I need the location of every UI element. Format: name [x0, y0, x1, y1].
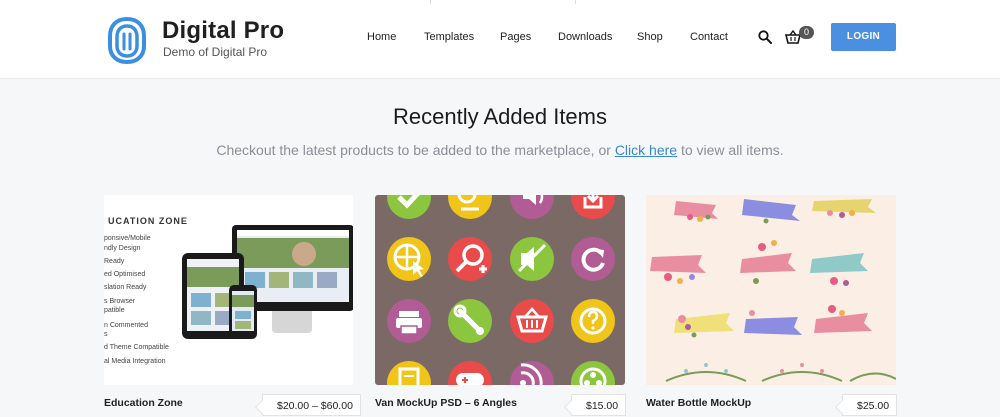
divider	[575, 0, 576, 4]
nav-item-shop[interactable]: Shop	[637, 31, 663, 43]
site-tagline: Demo of Digital Pro	[163, 45, 268, 59]
section-subtitle-text: Checkout the latest products to be added…	[216, 142, 615, 158]
zoom-out-icon	[448, 195, 492, 219]
site-header: Digital Pro Demo of Digital Pro Home Tem…	[0, 0, 1000, 79]
globe-cursor-icon	[387, 237, 431, 281]
product-name[interactable]: Education Zone	[104, 397, 183, 409]
wrench-icon	[448, 299, 492, 343]
section-subtitle-text-end: to view all items.	[677, 142, 784, 158]
phone-screen	[232, 291, 254, 331]
nav-item-pages[interactable]: Pages	[500, 31, 531, 43]
monitor-stand	[272, 311, 312, 333]
nav-item-contact[interactable]: Contact	[690, 31, 728, 43]
image-feature-line: ed Optimised	[104, 271, 146, 278]
product-price: $15.00	[571, 394, 627, 416]
site-title[interactable]: Digital Pro	[162, 17, 284, 45]
image-feature-line: ponsive/Mobile	[104, 235, 151, 242]
basket-icon	[510, 299, 554, 343]
image-feature-line: slation Ready	[104, 284, 147, 291]
product-image-van-mockup[interactable]	[375, 195, 625, 385]
image-feature-line: n Commented	[104, 322, 148, 329]
nav-item-downloads[interactable]: Downloads	[558, 31, 612, 43]
section-title: Recently Added Items	[392, 104, 607, 129]
product-name[interactable]: Van MockUp PSD – 6 Angles	[375, 397, 517, 409]
product-price: $20.00 – $60.00	[262, 394, 361, 416]
volume-icon	[510, 195, 554, 219]
image-feature-line: ndly Design	[104, 245, 141, 252]
question-icon	[571, 299, 615, 343]
nav-item-home[interactable]: Home	[367, 31, 396, 43]
nav-item-templates[interactable]: Templates	[424, 31, 474, 43]
divider	[430, 0, 431, 4]
image-feature-line: s Browser	[104, 298, 136, 305]
mute-icon	[510, 237, 554, 281]
fingerprint-logo-icon[interactable]	[106, 16, 148, 64]
ribbon-illustration	[650, 199, 896, 382]
cart-count-badge: 0	[799, 26, 814, 39]
film-icon	[571, 361, 615, 385]
printer-icon	[387, 299, 431, 343]
zoom-in-icon	[448, 237, 492, 281]
gamepad-icon	[448, 361, 492, 385]
section-subtitle: Checkout the latest products to be added…	[0, 142, 1000, 158]
image-feature-line: s	[104, 331, 108, 338]
product-image-education-zone[interactable]: UCATION ZONE ponsive/Mobile ndly Design …	[104, 195, 353, 385]
image-feature-line: patible	[104, 307, 125, 314]
click-here-link[interactable]: Click here	[615, 142, 677, 158]
check-icon	[387, 195, 431, 219]
image-feature-line: Ready	[104, 258, 125, 265]
note-icon	[387, 361, 431, 385]
product-name[interactable]: Water Bottle MockUp	[646, 397, 751, 409]
icon-grid	[387, 195, 615, 385]
login-button[interactable]: LOGIN	[831, 23, 896, 51]
image-feature-line: d Theme Compatible	[104, 344, 169, 351]
refresh-icon	[571, 237, 615, 281]
image-feature-line: al Media Integration	[104, 358, 166, 365]
product-price: $25.00	[842, 394, 898, 416]
rss-icon	[510, 361, 554, 385]
download-icon	[571, 195, 615, 219]
search-icon[interactable]	[758, 30, 772, 44]
product-image-water-bottle[interactable]	[646, 195, 896, 385]
image-heading: UCATION ZONE	[108, 216, 188, 226]
phone-mockup	[229, 285, 257, 339]
